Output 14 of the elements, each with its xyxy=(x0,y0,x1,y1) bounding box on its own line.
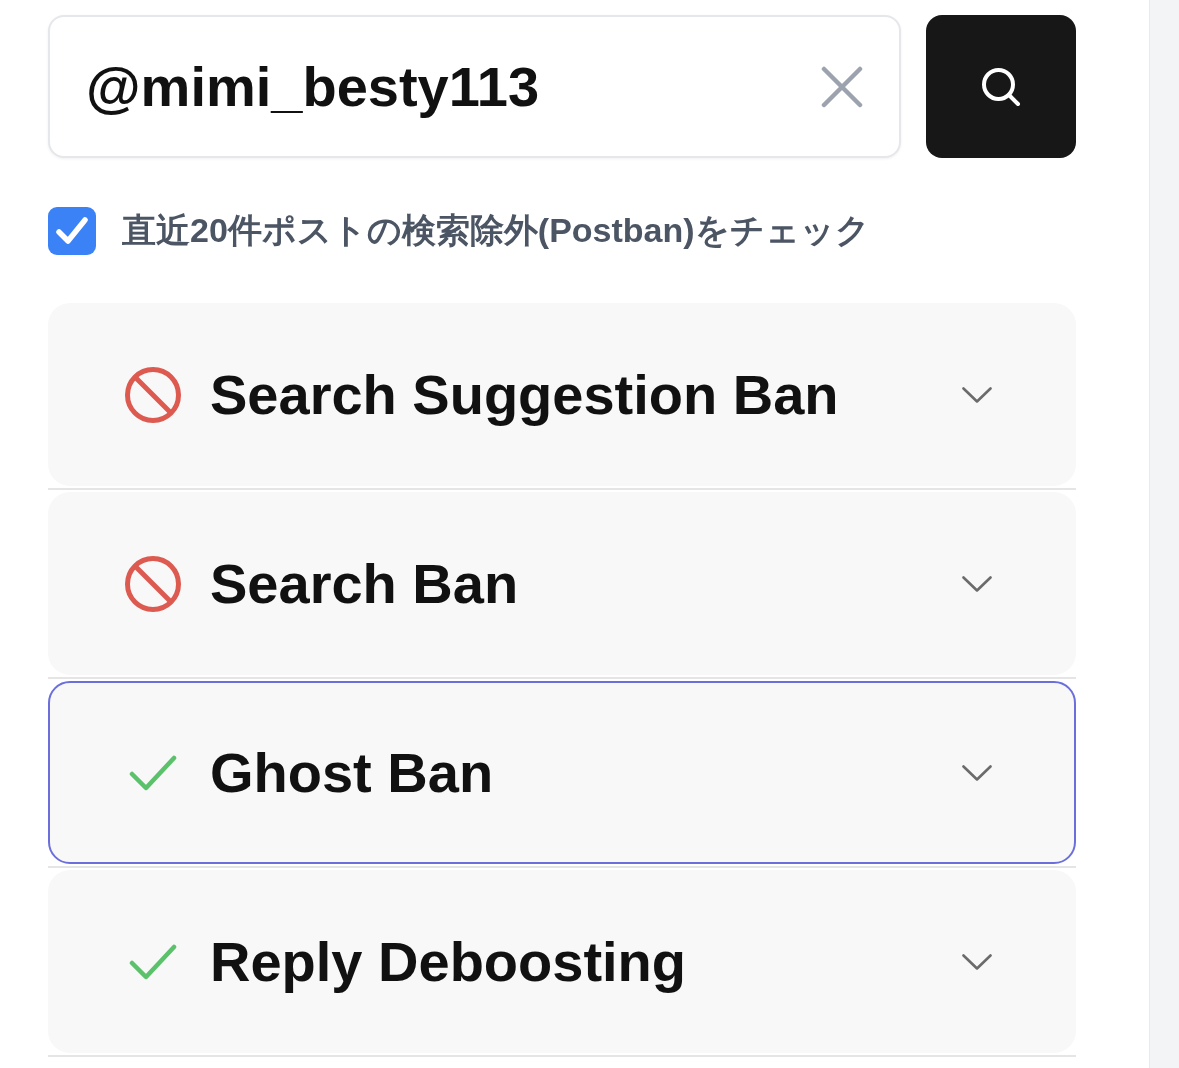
result-accordion[interactable]: Search Ban xyxy=(48,492,1076,675)
search-field[interactable]: @mimi_besty113 xyxy=(48,15,901,158)
result-accordion[interactable]: Ghost Ban xyxy=(48,681,1076,864)
checkbox-label: 直近20件ポストの検索除外(Postban)をチェック xyxy=(122,210,870,251)
check-icon xyxy=(129,943,177,980)
checkbox[interactable] xyxy=(48,207,96,255)
search-icon xyxy=(981,66,1021,107)
result-accordion[interactable]: Reply Deboosting xyxy=(48,870,1076,1053)
close-icon[interactable] xyxy=(821,65,863,108)
result-accordion[interactable]: Search Suggestion Ban xyxy=(48,303,1076,486)
prohibited-icon xyxy=(125,555,181,612)
prohibited-icon xyxy=(125,366,181,423)
search-button[interactable] xyxy=(926,15,1076,158)
check-icon xyxy=(129,754,177,791)
